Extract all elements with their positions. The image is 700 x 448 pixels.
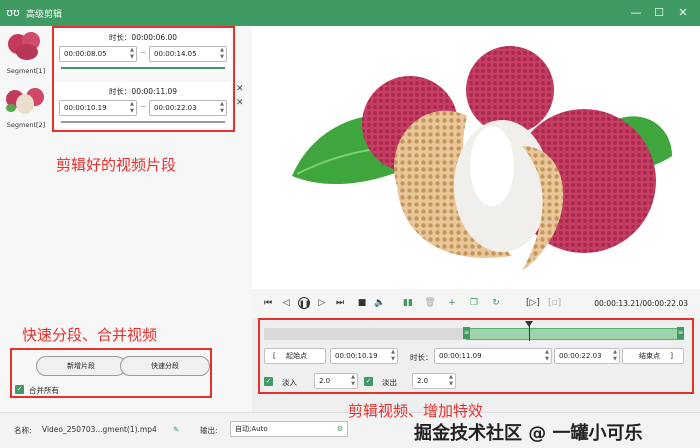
- maximize-button[interactable]: ☐: [651, 5, 667, 21]
- pause-icon[interactable]: ❚❚: [298, 297, 311, 309]
- lychee-image: [292, 46, 672, 271]
- annotation-box: [52, 26, 235, 132]
- close-icon[interactable]: ✕: [236, 84, 244, 94]
- lychee-thumbnail-icon: [4, 30, 48, 62]
- split-icon[interactable]: ▮▮: [402, 297, 414, 309]
- mark-out-icon[interactable]: [▫]: [548, 297, 561, 309]
- file-name: Video_250703...gment(1).mp4: [42, 425, 157, 434]
- merge-all-checkbox[interactable]: ✓: [15, 385, 24, 394]
- volume-icon[interactable]: 🔈: [374, 297, 386, 309]
- annotation-effects: 剪辑视频、增加特效: [348, 402, 484, 420]
- segment-label: Segment[2]: [6, 121, 46, 129]
- add-icon[interactable]: +: [446, 297, 458, 309]
- output-label: 输出:: [200, 426, 218, 435]
- step-forward-icon[interactable]: ▷: [316, 297, 328, 309]
- skip-end-icon[interactable]: ⏭: [334, 297, 346, 309]
- merge-all-label: 合并所有: [29, 386, 59, 395]
- quick-split-button[interactable]: 快速分段: [120, 356, 210, 376]
- segment-label: Segment[1]: [6, 67, 46, 75]
- annotation-split-merge: 快速分段、合并视频: [22, 326, 158, 344]
- skip-start-icon[interactable]: ⏮: [262, 297, 274, 309]
- segment-panel: Segment[1] 时长：00:00:06.00 00:00:08.05 ▲ ▼ …: [0, 26, 252, 412]
- video-preview: [252, 26, 700, 289]
- title-bar: ʊʊ 高级剪辑 — ☐ ✕: [0, 0, 700, 26]
- window-title: 高级剪辑: [26, 10, 63, 20]
- player-controls: ⏮ ◁ ❚❚ ▷ ⏭ ■ 🔈 ▮▮ 🗑 + ❐ ↻ [▷] [▫] 00:00:…: [252, 289, 700, 318]
- lychee-thumbnail-icon: [4, 84, 48, 116]
- timecode: 00:00:13.21/00:00:22.03: [594, 299, 688, 308]
- close-button[interactable]: ✕: [675, 5, 691, 21]
- annotation-segments: 剪辑好的视频片段: [56, 156, 177, 174]
- step-back-icon[interactable]: ◁: [280, 297, 292, 309]
- mark-in-icon[interactable]: [▷]: [526, 297, 540, 309]
- output-select[interactable]: 自动;Auto ⚙: [230, 421, 348, 437]
- settings-gear-icon[interactable]: ⚙: [337, 422, 343, 436]
- watermark: 掘金技术社区 @ 一罐小可乐: [414, 423, 643, 444]
- reset-icon[interactable]: ↻: [490, 297, 502, 309]
- app-logo-icon: ʊʊ: [6, 6, 20, 19]
- add-segment-button[interactable]: 新增片段: [36, 356, 126, 376]
- delete-icon[interactable]: 🗑: [424, 297, 436, 309]
- copy-icon[interactable]: ❐: [468, 297, 480, 309]
- segment-thumbnail-1[interactable]: Segment[1]: [3, 30, 49, 75]
- segment-thumbnail-2[interactable]: Segment[2]: [3, 84, 49, 129]
- close-icon[interactable]: ✕: [236, 98, 244, 108]
- name-label: 名称:: [14, 426, 32, 435]
- stop-icon[interactable]: ■: [356, 297, 368, 309]
- minimize-button[interactable]: —: [628, 5, 644, 21]
- edit-name-icon[interactable]: ✎: [173, 425, 179, 434]
- annotation-box: [258, 318, 694, 394]
